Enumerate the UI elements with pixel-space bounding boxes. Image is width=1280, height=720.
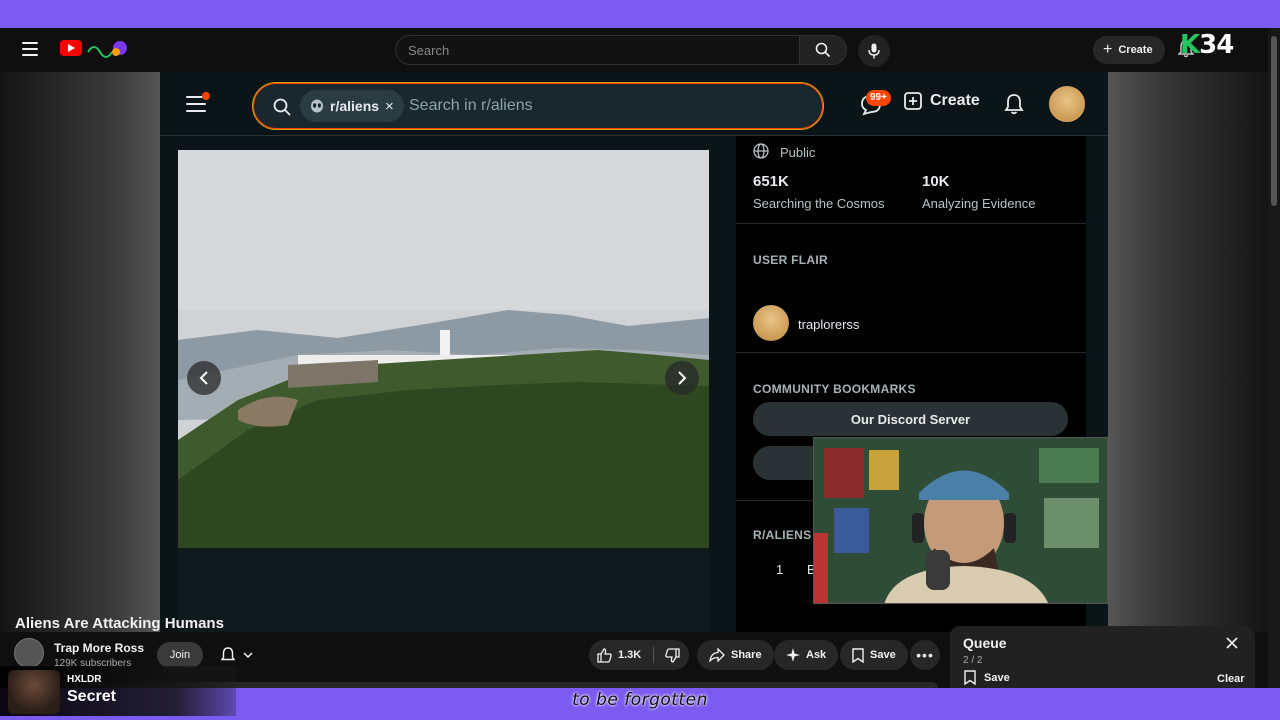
microphone-icon	[868, 43, 880, 59]
online-label: Analyzing Evidence	[922, 196, 1036, 211]
flair-avatar	[753, 305, 789, 341]
post-footer-area	[178, 548, 709, 632]
user-flair-heading: USER FLAIR	[753, 253, 828, 267]
menu-icon[interactable]	[22, 42, 38, 56]
youtube-logo[interactable]	[60, 40, 82, 56]
counter-value: 34	[1199, 30, 1234, 60]
post-image[interactable]	[178, 150, 709, 548]
youtube-window: Search + Create K34 r/aliens × Search in…	[0, 28, 1280, 688]
previous-image-button[interactable]	[187, 361, 221, 395]
dislike-button[interactable]	[657, 640, 687, 670]
like-button[interactable]: 1.3K	[589, 640, 653, 670]
next-image-button[interactable]	[665, 361, 699, 395]
stream-counter: K34	[1180, 30, 1234, 60]
bookmarks-heading: COMMUNITY BOOKMARKS	[753, 382, 916, 396]
divider	[736, 352, 1086, 353]
queue-save-label: Save	[984, 671, 1010, 684]
channel-doodle-icon	[87, 41, 127, 58]
close-icon[interactable]	[1225, 636, 1239, 650]
streamer-webcam	[813, 437, 1108, 604]
queue-count: 2 / 2	[963, 655, 983, 666]
share-icon	[709, 648, 725, 662]
bell-icon[interactable]	[1004, 93, 1024, 115]
reddit-create-label: Create	[930, 92, 980, 109]
divider	[736, 223, 1086, 224]
alert-username: HXLDR	[67, 674, 102, 685]
thumbs-down-icon	[664, 647, 680, 663]
queue-panel: Queue 2 / 2 Save Clear	[950, 626, 1255, 688]
plus-icon: +	[1103, 41, 1113, 58]
ambient-right	[1108, 72, 1268, 632]
like-count: 1.3K	[618, 649, 642, 661]
unread-dot	[202, 92, 210, 100]
reddit-create-button[interactable]: Create	[904, 92, 980, 110]
rule-number: 1	[776, 562, 784, 577]
like-divider	[653, 647, 654, 663]
queue-save-button[interactable]: Save	[964, 670, 1010, 685]
chevron-down-icon	[243, 652, 253, 658]
webcam-feed	[814, 438, 1107, 603]
alert-avatar	[8, 670, 60, 714]
bookmark-icon	[852, 647, 864, 663]
alien-icon	[311, 99, 323, 113]
page-scrollbar[interactable]	[1268, 28, 1280, 688]
members-count: 651K	[753, 173, 789, 190]
share-button[interactable]: Share	[697, 640, 774, 670]
reddit-header: r/aliens × Search in r/aliens 99+ Create	[160, 72, 1108, 136]
flair-username[interactable]: traplorerss	[798, 317, 859, 332]
chat-badge: 99+	[866, 90, 891, 106]
search-icon	[815, 42, 831, 58]
subreddit-chip[interactable]: r/aliens ×	[300, 90, 404, 122]
reddit-search-placeholder: Search in r/aliens	[409, 97, 533, 114]
youtube-header: Search + Create K34	[0, 28, 1280, 72]
alert-message: Secret	[67, 688, 116, 705]
online-count: 10K	[922, 173, 950, 190]
queue-title: Queue	[963, 635, 1007, 651]
counter-prefix: K	[1180, 30, 1200, 60]
ask-button[interactable]: Ask	[774, 640, 839, 670]
video-player[interactable]: r/aliens × Search in r/aliens 99+ Create	[160, 72, 1108, 632]
create-label: Create	[1118, 44, 1153, 56]
join-button[interactable]: Join	[157, 642, 203, 668]
share-label: Share	[731, 649, 762, 661]
sparkle-icon	[786, 648, 800, 662]
reddit-avatar[interactable]	[1049, 86, 1085, 122]
channel-avatar[interactable]	[14, 638, 44, 668]
stream-frame-top	[0, 0, 1280, 28]
subscription-bell-button[interactable]	[212, 642, 262, 668]
mountain-photo	[178, 150, 709, 548]
video-title: Aliens Are Attacking Humans	[15, 615, 224, 632]
queue-clear-button[interactable]: Clear	[1217, 673, 1245, 685]
subreddit-chip-label: r/aliens	[330, 98, 380, 114]
like-dislike-group: 1.3K	[589, 640, 689, 670]
plus-square-icon	[904, 92, 922, 110]
visibility-label: Public	[780, 145, 816, 160]
search-icon	[273, 98, 291, 116]
create-button[interactable]: + Create	[1093, 36, 1165, 64]
channel-name[interactable]: Trap More Ross	[54, 641, 144, 655]
rules-heading: R/ALIENS	[753, 528, 812, 542]
chevron-right-icon	[678, 371, 687, 385]
chevron-left-icon	[199, 371, 208, 385]
thumbs-up-icon	[597, 647, 612, 663]
members-label: Searching the Cosmos	[753, 196, 885, 211]
scrollbar-thumb[interactable]	[1271, 36, 1277, 206]
reddit-search-field[interactable]: r/aliens × Search in r/aliens	[252, 82, 824, 130]
discord-bookmark-button[interactable]: Our Discord Server	[753, 402, 1068, 436]
bookmark-icon	[964, 670, 976, 685]
search-button[interactable]	[799, 35, 847, 65]
globe-icon	[753, 143, 769, 159]
ambient-left	[0, 72, 160, 632]
save-button[interactable]: Save	[840, 640, 908, 670]
more-icon: •••	[916, 647, 934, 663]
save-label: Save	[870, 649, 896, 661]
voice-search-button[interactable]	[858, 35, 890, 67]
search-input[interactable]: Search	[395, 35, 800, 65]
bell-icon	[221, 647, 235, 661]
close-icon[interactable]: ×	[385, 98, 394, 115]
ask-label: Ask	[806, 649, 827, 661]
stream-alert: HXLDR Secret	[0, 666, 236, 716]
more-actions-button[interactable]: •••	[910, 640, 940, 670]
